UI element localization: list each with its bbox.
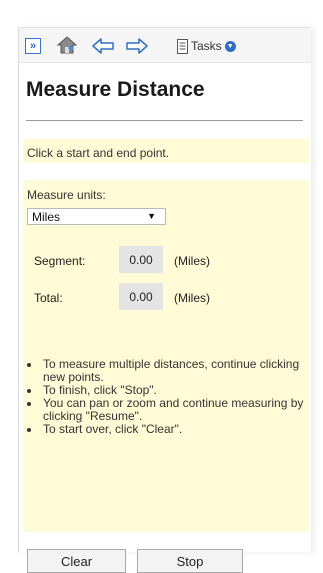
toolbar: » Tasks ▼ [19, 28, 311, 63]
units-select[interactable]: Miles ▼ [27, 208, 166, 225]
page-title: Measure Distance [26, 78, 205, 101]
expand-icon: » [29, 40, 37, 52]
document-icon [177, 38, 188, 54]
home-icon[interactable] [57, 36, 77, 54]
tasks-menu[interactable]: Tasks ▼ [177, 37, 236, 55]
segment-value: 0.00 [119, 246, 163, 273]
clear-button[interactable]: Clear [27, 549, 126, 573]
units-selected-value: Miles [32, 210, 61, 224]
total-label: Total: [34, 291, 63, 305]
segment-label: Segment: [34, 254, 86, 268]
units-label: Measure units: [27, 188, 106, 202]
dropdown-arrow-icon: ▼ [147, 211, 156, 221]
stop-button[interactable]: Stop [137, 549, 243, 573]
expand-panel-button[interactable]: » [25, 38, 41, 54]
tasks-label: Tasks [191, 39, 222, 53]
chevron-down-icon: ▼ [224, 40, 236, 52]
title-divider [26, 120, 303, 121]
list-item: To start over, click "Clear". [41, 423, 309, 436]
total-unit: (Miles) [174, 291, 210, 305]
back-arrow-icon[interactable] [92, 38, 114, 54]
measure-distance-panel: » Tasks ▼ Measure Distance Click a start… [18, 27, 311, 573]
tips-box: To measure multiple distances, continue … [23, 352, 309, 532]
list-item: To measure multiple distances, continue … [41, 358, 309, 384]
total-value: 0.00 [119, 283, 163, 310]
list-item: You can pan or zoom and continue measuri… [41, 397, 309, 423]
tips-list: To measure multiple distances, continue … [23, 352, 309, 436]
segment-unit: (Miles) [174, 254, 210, 268]
forward-arrow-icon[interactable] [126, 38, 148, 54]
instruction-text: Click a start and end point. [23, 139, 309, 163]
